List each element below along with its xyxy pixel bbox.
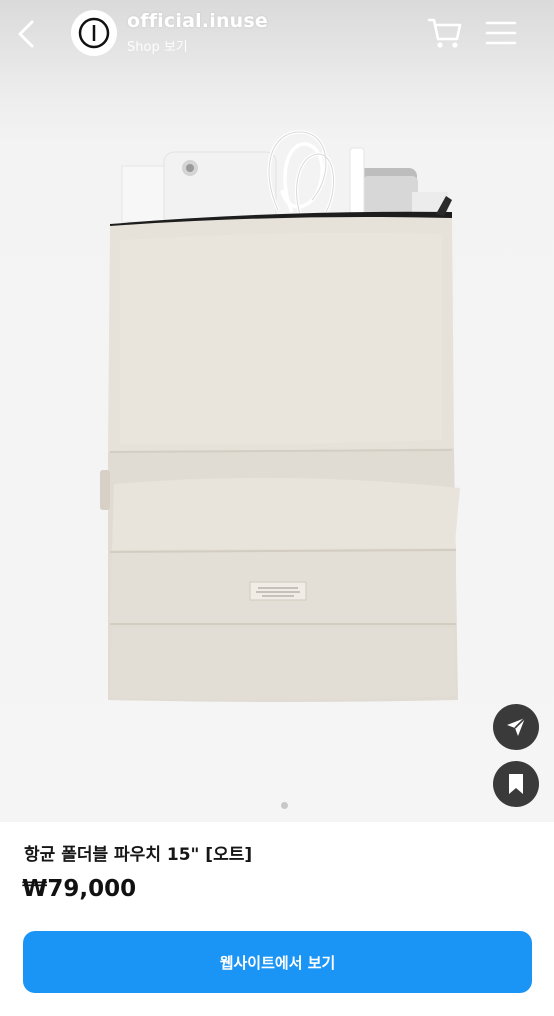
bookmark-icon bbox=[509, 774, 523, 794]
product-image[interactable] bbox=[0, 0, 554, 822]
carousel-indicator-dot bbox=[281, 802, 288, 809]
hamburger-menu-icon bbox=[485, 21, 517, 45]
product-price: ₩79,000 bbox=[22, 876, 137, 902]
share-button[interactable] bbox=[493, 704, 539, 750]
chevron-left-icon bbox=[18, 20, 34, 48]
cart-icon bbox=[427, 18, 462, 48]
shop-link[interactable]: Shop 보기 bbox=[127, 36, 188, 55]
view-website-button[interactable]: 웹사이트에서 보기 bbox=[23, 931, 532, 993]
menu-button[interactable] bbox=[484, 17, 518, 49]
send-icon bbox=[507, 717, 526, 736]
account-name[interactable]: official.inuse bbox=[127, 10, 268, 32]
pouch-photo bbox=[100, 130, 460, 702]
inuse-logo-icon bbox=[78, 17, 110, 49]
product-title: 항균 폴더블 파우치 15" [오트] bbox=[24, 845, 253, 865]
product-screen: official.inuse Shop 보기 항균 폴더블 파우치 15" [오… bbox=[0, 0, 554, 1016]
account-avatar[interactable] bbox=[71, 10, 117, 56]
save-button[interactable] bbox=[493, 761, 539, 807]
cart-button[interactable] bbox=[426, 15, 464, 51]
top-bar: official.inuse Shop 보기 bbox=[0, 0, 554, 70]
back-button[interactable] bbox=[10, 14, 44, 54]
